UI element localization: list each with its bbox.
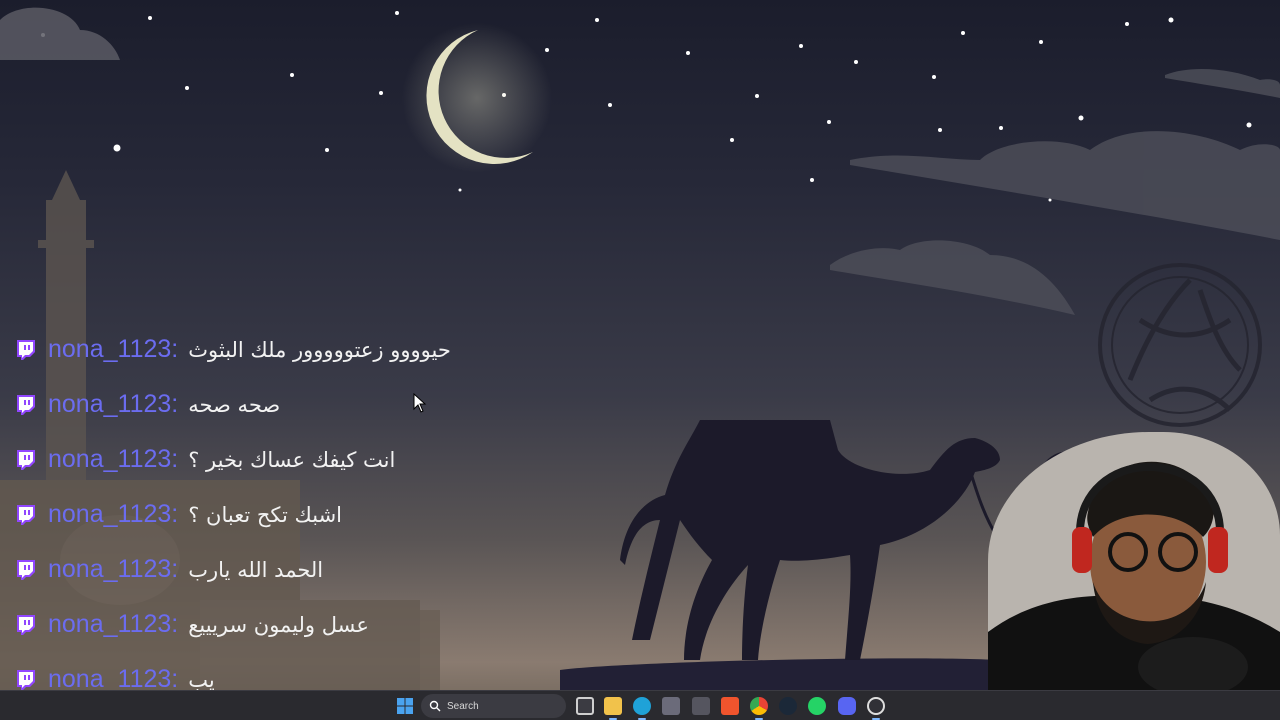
clouds [0, 7, 1280, 315]
taskbar-search-box[interactable]: Search [421, 694, 566, 718]
moon [402, 23, 552, 173]
edge-icon[interactable] [633, 697, 651, 715]
discord-icon[interactable] [838, 697, 856, 715]
twitch-icon [17, 449, 35, 470]
chat-separator: : [171, 335, 179, 363]
search-placeholder: Search [447, 700, 479, 712]
store-icon[interactable] [662, 697, 680, 715]
chat-separator: : [171, 555, 179, 583]
chat-text: يب [188, 667, 215, 692]
streamer-figure [988, 432, 1280, 690]
chat-separator: : [171, 610, 179, 638]
chrome-icon[interactable] [750, 697, 768, 715]
chat-username: nona_1123 [48, 390, 172, 418]
chat-separator: : [171, 445, 179, 473]
twitch-icon [17, 559, 35, 580]
calligraphy-logo [1098, 263, 1262, 427]
chat-message: nona_1123 : صحه صحه [14, 377, 634, 432]
chat-separator: : [171, 390, 179, 418]
chat-username: nona_1123 [48, 555, 172, 583]
obs-icon[interactable] [867, 697, 885, 715]
chat-message: nona_1123 : انت كيفك عساك بخير ؟ [14, 432, 634, 487]
chat-text: حيوووو زعتووووور ملك البثوث [188, 337, 451, 362]
chat-username: nona_1123 [48, 610, 172, 638]
task-view-icon[interactable] [576, 697, 594, 715]
twitch-icon [17, 614, 35, 635]
chat-message: nona_1123 : حيوووو زعتووووور ملك البثوث [14, 322, 634, 377]
twitch-icon [17, 504, 35, 525]
chat-username: nona_1123 [48, 335, 172, 363]
chat-text: الحمد الله يارب [188, 557, 324, 582]
chat-overlay: nona_1123 : حيوووو زعتووووور ملك البثوث … [14, 322, 634, 707]
file-explorer-icon[interactable] [604, 697, 622, 715]
chat-username: nona_1123 [48, 445, 172, 473]
chat-text: اشبك تكح تعبان ؟ [188, 502, 343, 527]
chat-message: nona_1123 : اشبك تكح تعبان ؟ [14, 487, 634, 542]
chat-username: nona_1123 [48, 500, 172, 528]
webcam-overlay [988, 432, 1280, 690]
search-icon [429, 700, 441, 712]
whatsapp-icon[interactable] [808, 697, 826, 715]
windows-taskbar: Search [0, 690, 1280, 720]
twitch-icon [17, 394, 35, 415]
app-icon[interactable] [692, 697, 710, 715]
chat-text: انت كيفك عساك بخير ؟ [188, 447, 396, 472]
twitch-icon [17, 339, 35, 360]
twitch-icon [17, 669, 35, 690]
brave-icon[interactable] [721, 697, 739, 715]
chat-message: nona_1123 : عسل وليمون سريييع [14, 597, 634, 652]
chat-text: عسل وليمون سريييع [188, 612, 369, 637]
chat-text: صحه صحه [188, 392, 281, 417]
chat-separator: : [171, 500, 179, 528]
chat-message: nona_1123 : الحمد الله يارب [14, 542, 634, 597]
windows-start-icon[interactable] [396, 697, 414, 715]
steam-icon[interactable] [779, 697, 797, 715]
mouse-cursor-icon [413, 393, 427, 413]
